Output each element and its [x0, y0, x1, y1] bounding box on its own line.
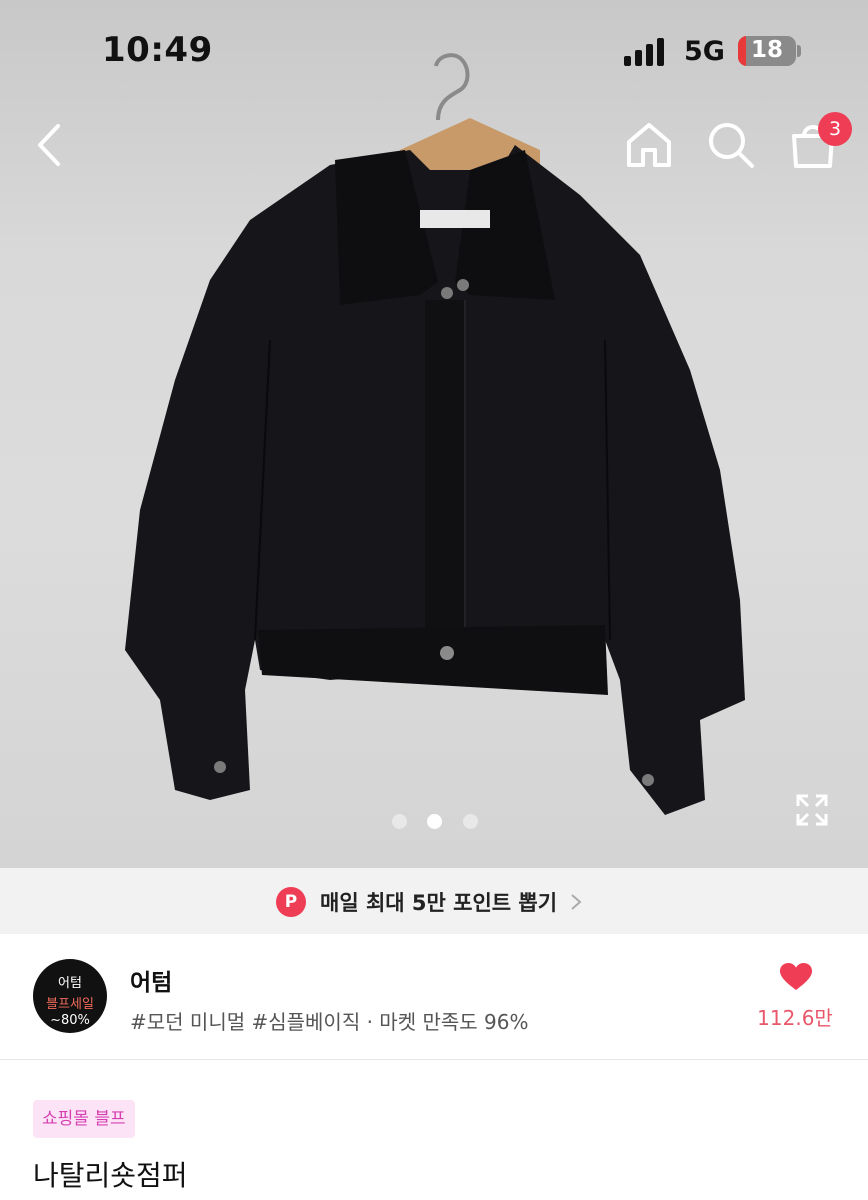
store-logo-name: 어텀 [58, 976, 82, 991]
store-logo[interactable]: 어텀 블프세일 ~80% [33, 959, 107, 1033]
store-logo-sale: 블프세일 [46, 997, 94, 1012]
fullscreen-button[interactable] [795, 793, 829, 827]
like-count: 112.6만 [757, 1006, 833, 1030]
chevron-right-icon [571, 894, 582, 910]
cellular-signal-icon [624, 38, 668, 66]
battery-tip [797, 45, 801, 57]
back-button[interactable] [30, 120, 70, 170]
promo-tag: 쇼핑몰 블프 [33, 1100, 135, 1138]
product-title: 나탈리숏점퍼 [33, 1159, 188, 1192]
search-icon [709, 123, 754, 168]
back-icon [38, 124, 60, 166]
battery-level: 18 [750, 37, 783, 63]
expand-icon [796, 794, 828, 826]
carousel-dot[interactable] [463, 814, 478, 829]
store-info[interactable]: 어텀 블프세일 ~80% 어텀 #모던 미니멀 #심플베이직 · 마켓 만족도 … [0, 934, 868, 1060]
search-button[interactable] [706, 120, 756, 170]
cart-count-badge: 3 [818, 112, 852, 146]
home-button[interactable] [624, 120, 674, 170]
like-button[interactable] [780, 963, 812, 991]
battery-icon: 18 [738, 36, 796, 66]
home-icon [627, 123, 671, 167]
points-icon: P [276, 887, 306, 917]
status-bar: 10:49 5G 18 [0, 0, 868, 100]
status-time: 10:49 [102, 30, 213, 70]
store-logo-discount: ~80% [50, 1013, 90, 1028]
carousel-dot-active[interactable] [427, 814, 442, 829]
heart-icon [780, 963, 812, 990]
store-name[interactable]: 어텀 [130, 963, 172, 997]
network-type: 5G [684, 36, 725, 67]
store-tags: #모던 미니멀 #심플베이직 · 마켓 만족도 96% [130, 1010, 529, 1034]
points-banner[interactable]: P 매일 최대 5만 포인트 뽑기 [0, 868, 868, 934]
carousel-dot[interactable] [392, 814, 407, 829]
points-banner-text: 매일 최대 5만 포인트 뽑기 [320, 891, 558, 915]
carousel-indicator [0, 814, 868, 830]
